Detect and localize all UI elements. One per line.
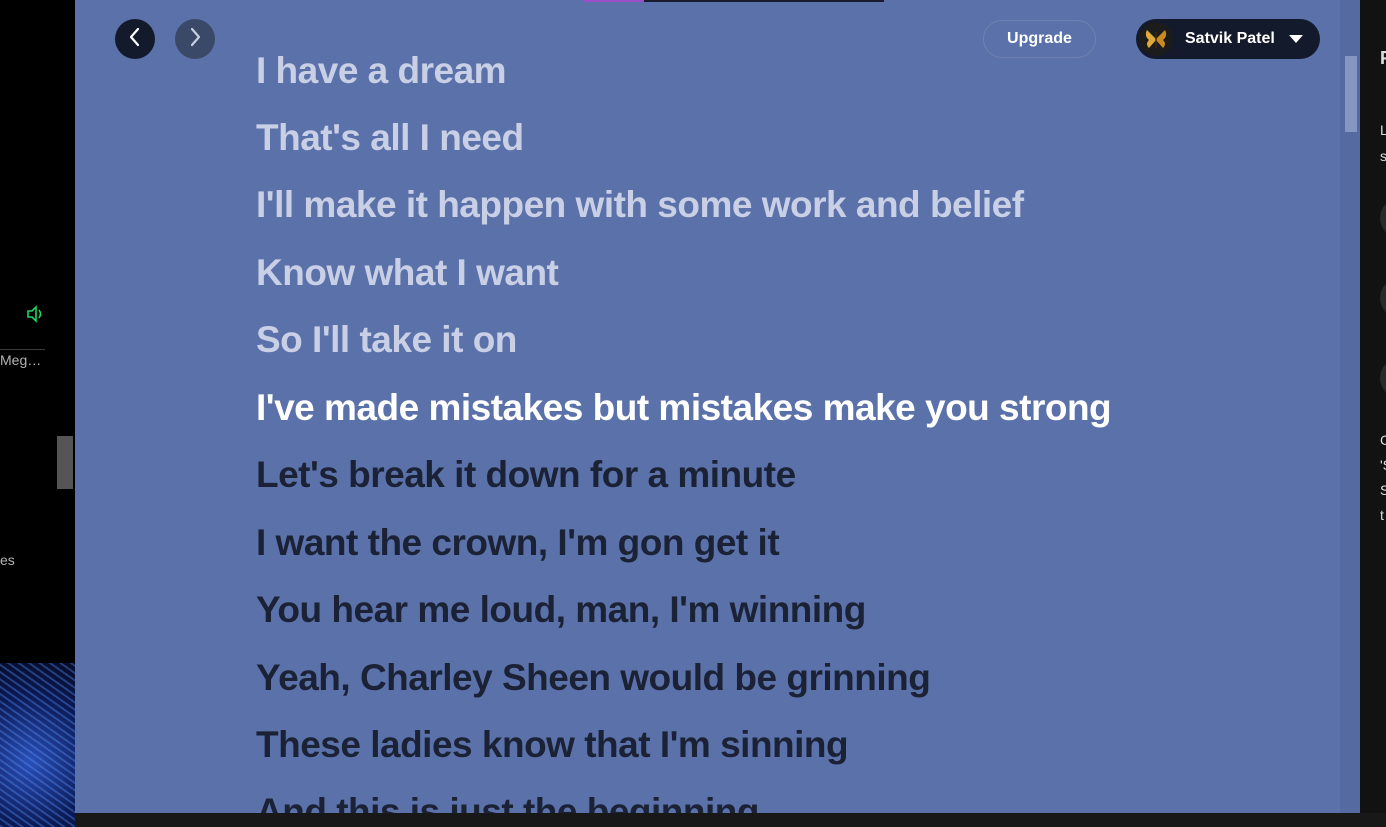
lyric-line[interactable]: I'll make it happen with some work and b… [256,184,1024,226]
lyric-line[interactable]: And this is just the beginning [256,791,759,813]
user-name: Satvik Patel [1185,30,1275,47]
lyric-line[interactable]: Know what I want [256,252,559,294]
sidebar-item-label-2[interactable]: es [0,552,15,568]
speaker-icon[interactable] [24,303,46,325]
right-sidebar-avatar[interactable] [1380,198,1386,238]
sidebar-scrollbar[interactable] [57,436,73,489]
player-bar [75,813,1386,827]
top-accent-highlight [584,0,644,2]
right-sidebar-heading: F [1380,48,1386,68]
sidebar-divider [0,349,45,350]
user-menu-button[interactable]: Satvik Patel [1136,19,1320,59]
right-sidebar-text: 'S [1380,457,1386,473]
lyrics-panel: Upgrade Satvik Patel I have a dream That… [75,0,1360,813]
right-sidebar-avatar[interactable] [1380,278,1386,318]
lyric-line[interactable]: That's all I need [256,117,524,159]
avatar [1139,22,1173,56]
upgrade-button[interactable]: Upgrade [983,20,1096,58]
forward-button[interactable] [175,19,215,59]
lyric-line[interactable]: So I'll take it on [256,319,517,361]
right-sidebar-text: L [1380,122,1386,138]
chevron-right-icon [187,26,203,53]
right-sidebar: F L s C 'S S t [1360,0,1386,813]
right-sidebar-text: s [1380,148,1386,164]
lyric-line[interactable]: I have a dream [256,50,507,92]
lyrics-scrollbar-thumb[interactable] [1345,56,1357,132]
lyric-line[interactable]: I want the crown, I'm gon get it [256,522,780,564]
lyric-line[interactable]: You hear me loud, man, I'm winning [256,589,866,631]
lyric-line[interactable]: Let's break it down for a minute [256,454,796,496]
butterfly-icon [1145,30,1167,48]
lyric-line-current[interactable]: I've made mistakes but mistakes make you… [256,387,1112,429]
right-sidebar-avatar[interactable] [1380,358,1386,398]
left-sidebar: Meg… es [0,0,75,827]
right-sidebar-text: S [1380,482,1386,498]
lyric-line[interactable]: Yeah, Charley Sheen would be grinning [256,657,931,699]
lyric-line[interactable]: These ladies know that I'm sinning [256,724,849,766]
now-playing-artwork[interactable] [0,663,75,827]
lyrics-scrollbar-track[interactable] [1340,0,1360,813]
sidebar-item-label[interactable]: Meg… [0,352,41,368]
chevron-left-icon [127,26,143,53]
right-sidebar-text: t [1380,507,1384,523]
back-button[interactable] [115,19,155,59]
right-sidebar-text: C [1380,432,1386,448]
chevron-down-icon [1288,35,1303,43]
